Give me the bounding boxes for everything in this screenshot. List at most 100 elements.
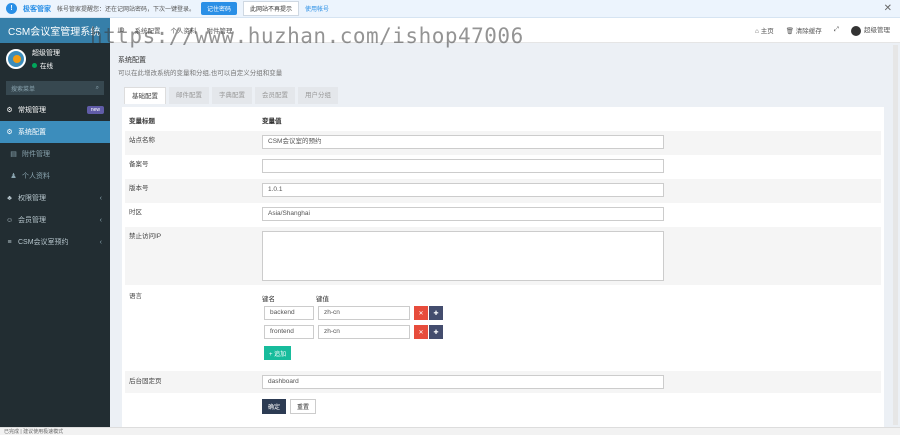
drag-button[interactable]: ✚ bbox=[429, 325, 443, 339]
tab-member[interactable]: 会员配置 bbox=[255, 87, 295, 104]
cog-icon: ⚙ bbox=[6, 107, 13, 114]
move-icon: ✚ bbox=[433, 310, 439, 317]
close-icon: ✕ bbox=[418, 329, 424, 336]
column-header-value: 变量值 bbox=[262, 118, 282, 125]
tab-system-config[interactable]: 系统配置 bbox=[135, 25, 161, 35]
table-row: 禁止访问IP bbox=[125, 227, 881, 285]
clear-cache-button[interactable]: 🗑 清除缓存 bbox=[786, 25, 822, 35]
table-row: 时区 Asia/Shanghai bbox=[125, 203, 881, 227]
home-icon: ⌂ bbox=[754, 28, 759, 35]
close-icon[interactable]: ✕ bbox=[884, 3, 892, 14]
sidebar-item-permissions[interactable]: ♣ 权限管理 ‹ bbox=[0, 187, 110, 209]
sidebar-item-general[interactable]: ⚙ 常规管理 new bbox=[0, 99, 110, 121]
lang-value-header: 键值 bbox=[316, 296, 329, 303]
table-row: 语言 键名 键值 backend zh-cn ✕ ✚ frontend zh-c… bbox=[125, 285, 881, 371]
reset-button[interactable]: 重置 bbox=[290, 399, 317, 414]
user-status: 在线 bbox=[32, 60, 60, 70]
timezone-input[interactable]: Asia/Shanghai bbox=[262, 207, 664, 221]
tab-basic[interactable]: 基础配置 bbox=[124, 87, 166, 104]
gear-icon: ⚙ bbox=[6, 129, 13, 136]
status-bar: 已完成 | 建议使用极速模式 bbox=[0, 427, 900, 435]
file-icon: ▤ bbox=[10, 151, 17, 158]
list-icon: ≡ bbox=[7, 238, 12, 246]
fullscreen-icon[interactable]: ⤢ bbox=[834, 26, 839, 34]
tab-email[interactable]: 邮件配置 bbox=[169, 87, 209, 104]
submit-button[interactable]: 确定 bbox=[262, 399, 287, 414]
search-icon[interactable]: ⌕ bbox=[96, 85, 99, 92]
use-account-link[interactable]: 使用帐号 bbox=[305, 4, 329, 13]
row-label: 语言 bbox=[129, 293, 142, 300]
save-password-button[interactable]: 记住密码 bbox=[201, 2, 238, 15]
sidebar-item-room-booking[interactable]: ≡ CSM会议室预约 ‹ bbox=[0, 231, 110, 253]
new-badge: new bbox=[86, 106, 104, 114]
sidebar-item-members[interactable]: ☺ 会员管理 ‹ bbox=[0, 209, 110, 231]
notification-message: 帐号管家提醒您：还在记网站密码，下次一键登录。 bbox=[57, 7, 196, 13]
config-form: 变量标题 变量值 站点名称 CSM会议室的预约 备案号 版本号 1.0.1 时区… bbox=[122, 107, 884, 429]
notification-brand: 极客管家 bbox=[23, 5, 51, 13]
table-row: 版本号 1.0.1 bbox=[125, 179, 881, 203]
form-actions: 确定 重置 bbox=[125, 399, 881, 419]
group-icon: ♣ bbox=[7, 194, 12, 202]
row-label: 备案号 bbox=[129, 161, 149, 168]
online-dot-icon bbox=[32, 62, 37, 68]
chevron-left-icon: ‹ bbox=[99, 238, 102, 246]
page-title: 系统配置 bbox=[118, 57, 146, 64]
lang-key-input[interactable]: backend bbox=[264, 306, 314, 320]
chevron-left-icon: ‹ bbox=[99, 194, 102, 202]
user-icon: ♟ bbox=[10, 173, 17, 180]
page-subtitle: 可以在此增改系统的变量和分组,也可以自定义分组和变量 bbox=[118, 70, 283, 77]
avatar bbox=[6, 49, 26, 69]
sidebar-item-system-config[interactable]: ⚙ 系统配置 bbox=[0, 121, 110, 143]
tab-user-group[interactable]: 用户分组 bbox=[298, 87, 338, 104]
close-icon: ✕ bbox=[418, 310, 424, 317]
content-header: 系统配置 可以在此增改系统的变量和分组,也可以自定义分组和变量 基础配置 邮件配… bbox=[118, 55, 888, 104]
dismiss-site-button[interactable]: 此网站不再提示 bbox=[243, 1, 300, 16]
tab-id[interactable]: ID bbox=[118, 27, 125, 34]
user-menu[interactable]: 超级管理 bbox=[851, 24, 890, 36]
avatar bbox=[851, 25, 861, 36]
drag-button[interactable]: ✚ bbox=[429, 306, 443, 320]
site-name-input[interactable]: CSM会议室的预约 bbox=[262, 135, 664, 149]
sidebar-item-profile[interactable]: ♟ 个人资料 bbox=[0, 165, 110, 187]
user-panel: 超级管理 在线 bbox=[0, 43, 110, 75]
tab-attachments[interactable]: 附件管理 bbox=[207, 25, 233, 35]
config-tabs: 基础配置 邮件配置 字典配置 会员配置 用户分组 bbox=[124, 87, 888, 104]
tab-dictionary[interactable]: 字典配置 bbox=[212, 87, 252, 104]
forbidden-ip-textarea[interactable] bbox=[262, 231, 664, 281]
lang-key-input[interactable]: frontend bbox=[264, 325, 314, 339]
lang-value-input[interactable]: zh-cn bbox=[318, 306, 410, 320]
chevron-left-icon: ‹ bbox=[99, 216, 102, 224]
sidebar: CSM会议室管理系统 超级管理 在线 搜索菜单 ⌕ ⚙ 常规管理 new ⚙ 系… bbox=[0, 18, 110, 435]
append-button[interactable]: + 追加 bbox=[264, 346, 292, 360]
fixed-page-input[interactable]: dashboard bbox=[262, 375, 664, 389]
password-notification-bar: ! 极客管家 帐号管家提醒您：还在记网站密码，下次一键登录。 记住密码 此网站不… bbox=[0, 0, 900, 18]
tab-profile[interactable]: 个人资料 bbox=[171, 25, 197, 35]
remove-button[interactable]: ✕ bbox=[414, 306, 428, 320]
row-label: 时区 bbox=[129, 209, 142, 216]
move-icon: ✚ bbox=[433, 329, 439, 336]
sidebar-search-input[interactable]: 搜索菜单 ⌕ bbox=[6, 81, 104, 95]
row-label: 站点名称 bbox=[129, 137, 155, 144]
shield-icon: ! bbox=[6, 3, 17, 14]
beian-input[interactable] bbox=[262, 159, 664, 173]
lang-value-input[interactable]: zh-cn bbox=[318, 325, 410, 339]
table-row: 站点名称 CSM会议室的预约 bbox=[125, 131, 881, 155]
table-row: 后台固定页 dashboard bbox=[125, 371, 881, 393]
table-row: 备案号 bbox=[125, 155, 881, 179]
home-link[interactable]: ⌂ 主页 bbox=[755, 25, 774, 35]
trash-icon: 🗑 bbox=[785, 28, 794, 35]
lang-key-header: 键名 bbox=[262, 296, 275, 303]
scrollbar[interactable] bbox=[893, 45, 898, 425]
row-label: 后台固定页 bbox=[129, 378, 162, 385]
row-label: 禁止访问IP bbox=[129, 233, 162, 240]
app-title[interactable]: CSM会议室管理系统 bbox=[0, 18, 110, 43]
sidebar-item-attachments[interactable]: ▤ 附件管理 bbox=[0, 143, 110, 165]
top-navbar: ID 系统配置 个人资料 附件管理 ⌂ 主页 🗑 清除缓存 ⤢ 超级管理 bbox=[110, 18, 900, 43]
column-header-title: 变量标题 bbox=[129, 118, 155, 125]
remove-button[interactable]: ✕ bbox=[414, 325, 428, 339]
version-input[interactable]: 1.0.1 bbox=[262, 183, 664, 197]
users-icon: ☺ bbox=[6, 216, 14, 224]
table-header: 变量标题 变量值 bbox=[125, 113, 881, 127]
user-name: 超级管理 bbox=[32, 50, 60, 57]
row-label: 版本号 bbox=[129, 185, 149, 192]
